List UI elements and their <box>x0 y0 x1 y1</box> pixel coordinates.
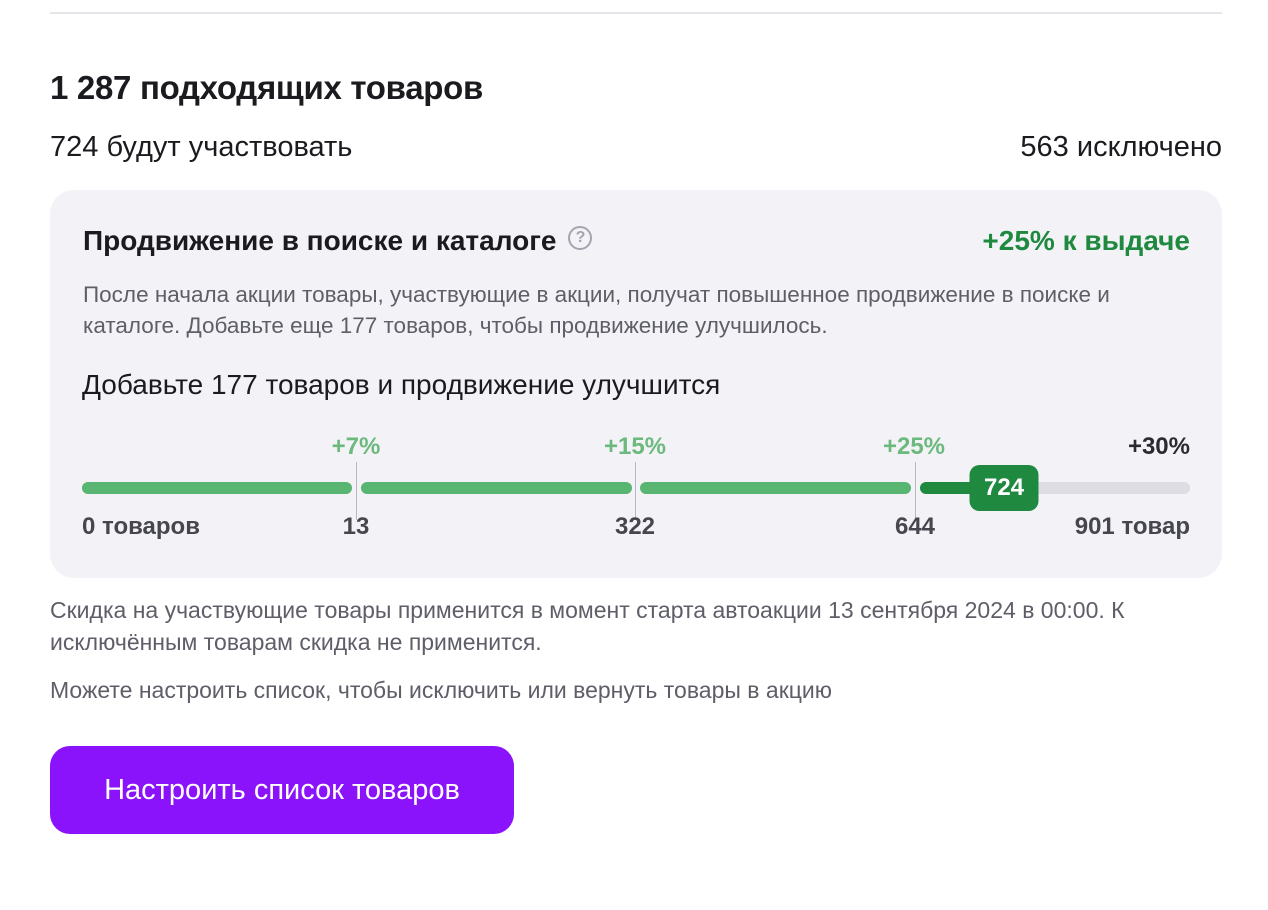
promotion-description: После начала акции товары, участвующие в… <box>83 282 1110 338</box>
threshold-percent-901: +30% <box>1127 433 1190 460</box>
promotion-title-row: Продвижение в поиске и каталоге ? <box>83 222 593 260</box>
progress-segment-2 <box>361 482 632 494</box>
threshold-label-901: 901 товар <box>1074 513 1190 540</box>
progress-segment-1 <box>82 482 352 494</box>
configure-list-button[interactable]: Настроить список товаров <box>50 746 514 834</box>
promotion-progress: +7% +15% +25% +30% 724 0 товаров 13 322 … <box>82 428 1190 540</box>
boost-badge: +25% к выдаче <box>982 225 1190 256</box>
promotion-title: Продвижение в поиске и каталоге <box>83 225 557 256</box>
threshold-label-644: 644 <box>894 513 936 540</box>
eligible-products-heading: 1 287 подходящих товаров <box>50 69 483 106</box>
participating-count: 724 будут участвовать <box>50 131 353 163</box>
threshold-label-13: 13 <box>342 513 370 540</box>
discount-note: Скидка на участвующие товары применится … <box>50 597 1125 655</box>
question-circle-icon[interactable]: ? <box>568 226 593 250</box>
threshold-percent-322: +15% <box>603 433 667 460</box>
promotion-panel: Продвижение в поиске и каталоге ? +25% к… <box>50 190 1222 578</box>
threshold-percent-644: +25% <box>882 433 946 460</box>
current-value-marker: 724 <box>969 465 1039 511</box>
promotion-subtitle: Добавьте 177 товаров и продвижение улучш… <box>82 369 721 400</box>
configure-hint: Можете настроить список, чтобы исключить… <box>50 677 833 703</box>
threshold-percent-13: +7% <box>331 433 381 460</box>
top-divider <box>50 12 1222 14</box>
threshold-label-322: 322 <box>614 513 656 540</box>
excluded-count: 563 исключено <box>1020 131 1222 163</box>
progress-segment-3 <box>640 482 911 494</box>
threshold-label-0: 0 товаров <box>82 513 200 540</box>
